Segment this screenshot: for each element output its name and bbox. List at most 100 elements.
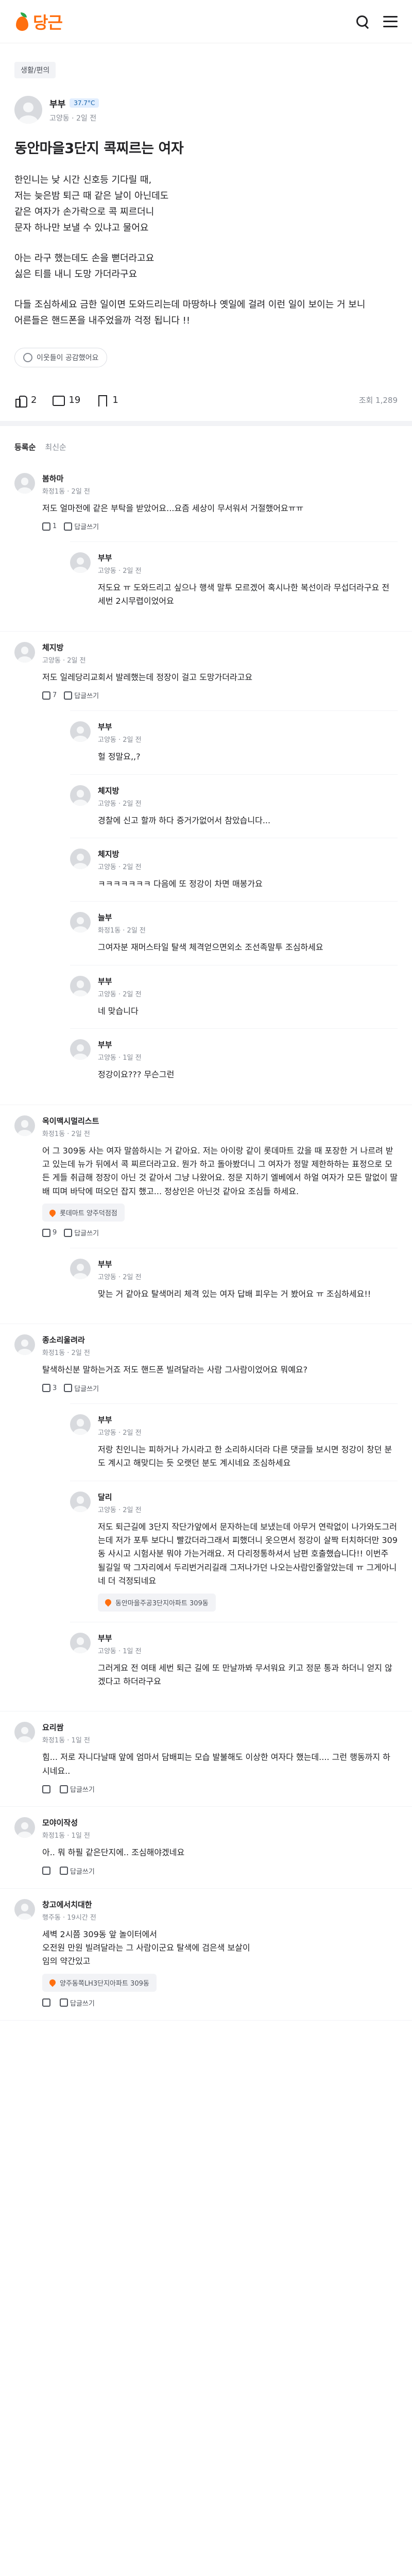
comment-like-button[interactable]: 7: [42, 691, 57, 700]
avatar[interactable]: [14, 641, 35, 663]
comment-author[interactable]: 요리쌈: [42, 1722, 398, 1733]
location-tag[interactable]: 동안마을주공3단지아파트 309동: [98, 1593, 216, 1612]
comment-text: 힘... 저로 자니다날때 앞에 엄마서 담배피는 모습 발불해도 이상한 여자…: [42, 1752, 390, 1776]
avatar[interactable]: [70, 721, 91, 742]
post-author[interactable]: 부부 37.7°C 고양동 · 2일 전: [14, 96, 398, 124]
avatar: [14, 96, 42, 124]
reply: 부부 고양동 · 2일 전헐 정말요,,?: [70, 710, 398, 774]
reply-meta: 고양동 · 2일 전: [98, 567, 142, 575]
reply-author[interactable]: 부부: [98, 1039, 398, 1050]
comment-like-button[interactable]: [42, 1998, 53, 2007]
avatar[interactable]: [14, 1722, 35, 1743]
avatar[interactable]: [70, 1414, 91, 1435]
avatar[interactable]: [14, 472, 35, 494]
comment-text: 저도 일레당리교회서 발레했는데 정장이 걸고 도망가더라고요: [42, 672, 253, 682]
reply-author[interactable]: 부부: [98, 721, 398, 732]
reply-button[interactable]: 답글쓰기: [60, 1866, 95, 1876]
comment-meta: 화정1동 · 2일 전: [42, 487, 90, 496]
reply-meta: 고양동 · 2일 전: [98, 990, 142, 998]
comment-like-button[interactable]: 3: [42, 1384, 57, 1393]
carrot-icon: [14, 11, 30, 32]
avatar[interactable]: [70, 552, 91, 573]
search-icon[interactable]: [355, 14, 370, 29]
avatar[interactable]: [70, 1039, 91, 1060]
avatar[interactable]: [14, 1817, 35, 1838]
like-button[interactable]: 2: [14, 394, 37, 408]
comment-actions: 답글쓰기: [42, 1784, 398, 1794]
reply: 체지방 고양동 · 2일 전 경찰에 신고 할까 하다 증거가없어서 참았습니다..…: [70, 774, 398, 838]
comment-sort: 등록순 최신순: [0, 426, 412, 463]
reply-text: 네 맞습니다: [98, 1006, 139, 1016]
reply: 부부 고양동 · 2일 전 맞는 거 같아요 탈색머리 체격 있는 여자 답배 피우…: [70, 1248, 398, 1311]
reply-author[interactable]: 부부: [98, 1414, 398, 1425]
avatar[interactable]: [14, 1334, 35, 1355]
avatar[interactable]: [70, 1491, 91, 1512]
post-category[interactable]: 생활/편의: [14, 62, 56, 78]
avatar[interactable]: [70, 912, 91, 933]
reply-button[interactable]: 답글쓰기: [64, 1383, 99, 1393]
reply-button[interactable]: 답글쓰기: [60, 1784, 95, 1794]
sort-oldest[interactable]: 등록순: [14, 442, 36, 452]
bookmark-button[interactable]: 1: [96, 394, 118, 406]
thumbs-up-icon: [42, 1384, 50, 1393]
comment-author[interactable]: 봄하마: [42, 473, 398, 484]
post: 생활/편의 부부 37.7°C 고양동 · 2일 전 동안마을3단지 콕찌르는 …: [0, 43, 412, 426]
avatar[interactable]: [70, 1632, 91, 1653]
comment-text: 저도 얼마전에 같은 부탁을 받았어요...요즘 세상이 무서워서 거절했어요ㅠ…: [42, 503, 304, 513]
post-title: 동안마을3단지 콕찌르는 여자: [14, 141, 184, 157]
reply-button[interactable]: 답글쓰기: [64, 521, 99, 531]
reply-author[interactable]: 부부: [98, 1633, 398, 1643]
comment-text: 탈색하신분 말하는거죠 저도 핸드폰 빌려달라는 사람 그사람이었어요 뭐예요?: [42, 1365, 308, 1375]
reply-icon: [64, 1228, 73, 1237]
reply-text: 그여자분 재머스타일 탈색 체격얻으면외소 조선족말투 조심하세요: [98, 942, 323, 953]
reply-author[interactable]: 늘부: [98, 912, 398, 923]
avatar[interactable]: [70, 1259, 91, 1280]
avatar[interactable]: [70, 848, 91, 869]
reply-text: 헐 정말요,,?: [98, 752, 141, 762]
reply-meta: 고양동 · 2일 전: [98, 1429, 142, 1437]
reply-icon: [64, 1384, 73, 1393]
thumbs-up-icon: [14, 394, 27, 408]
comment-author[interactable]: 종소리울려라: [42, 1334, 398, 1345]
avatar[interactable]: [14, 1115, 35, 1136]
avatar[interactable]: [14, 1899, 35, 1920]
reply: 달리 고양동 · 2일 전 저도 퇴근길에 3단지 작단가앞에서 문자하는데 보냈는…: [70, 1480, 398, 1622]
comment-actions: 3 답글쓰기: [42, 1383, 398, 1393]
thumbs-up-icon: [42, 1998, 50, 2007]
comment-like-button[interactable]: 9: [42, 1228, 57, 1237]
comment-author[interactable]: 모야이작성: [42, 1817, 398, 1828]
location-tag[interactable]: 롯데마트 양주덕점점: [42, 1204, 125, 1222]
map-pin-icon: [48, 1208, 57, 1217]
empathy-button[interactable]: 이웃들이 공감했어요: [14, 347, 108, 367]
comment-like-button[interactable]: [42, 1785, 53, 1793]
reply-button[interactable]: 답글쓰기: [60, 1998, 95, 2008]
menu-icon[interactable]: [383, 15, 398, 27]
comment-like-button[interactable]: [42, 1867, 53, 1875]
thumbs-up-icon: [42, 691, 50, 700]
comment-like-button[interactable]: 1: [42, 522, 57, 531]
reply-author[interactable]: 부부: [98, 976, 398, 987]
comment-meta: 고양동 · 2일 전: [42, 656, 86, 665]
comment-author[interactable]: 체지방: [42, 642, 398, 653]
post-paragraph: 한인니는 낮 시간 신호등 기다릴 때, 저는 늦은밤 퇴근 때 같은 날이 아…: [14, 175, 169, 233]
reply-author[interactable]: 달리: [98, 1492, 398, 1502]
avatar[interactable]: [70, 785, 91, 806]
smile-icon: [23, 352, 32, 362]
comment-meta: 화정1동 · 1일 전: [42, 1737, 90, 1745]
reply-button[interactable]: 답글쓰기: [64, 690, 99, 700]
comment-author[interactable]: 창고에서치대한: [42, 1899, 398, 1910]
sort-latest[interactable]: 최신순: [45, 442, 66, 452]
location-tag[interactable]: 양주동쪽LH3단지아파트 309동: [42, 1973, 157, 1992]
avatar[interactable]: [70, 975, 91, 996]
reply-author[interactable]: 체지방: [98, 785, 398, 796]
comment-button[interactable]: 19: [52, 394, 80, 406]
reply-author[interactable]: 부부: [98, 552, 398, 563]
reply-author[interactable]: 부부: [98, 1259, 398, 1269]
reply-button[interactable]: 답글쓰기: [64, 1228, 99, 1238]
reply-author[interactable]: 체지방: [98, 849, 398, 859]
reply-icon: [64, 522, 73, 531]
thumbs-up-icon: [42, 522, 50, 531]
daangn-logo[interactable]: 당근: [14, 10, 63, 33]
comment-meta: 화정1동 · 2일 전: [42, 1349, 90, 1358]
comment-author[interactable]: 옥이맥시멀리스트: [42, 1115, 398, 1126]
